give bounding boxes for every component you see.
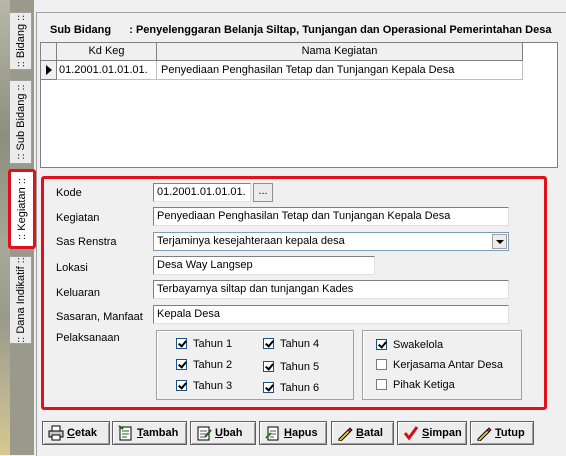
checkbox-box — [263, 338, 274, 349]
tab-sub-bidang[interactable]: :: Sub Bidang :: — [10, 80, 32, 164]
ubah-button[interactable]: Ubah — [190, 421, 256, 445]
keluaran-label: Keluaran — [56, 287, 101, 299]
tahun-2-checkbox[interactable]: Tahun 2 — [176, 359, 232, 371]
checkbox-box — [376, 379, 387, 390]
kegiatan-field[interactable]: Penyediaan Penghasilan Tetap dan Tunjang… — [153, 207, 509, 226]
tahun-5-label: Tahun 5 — [280, 361, 320, 373]
close-pencil-icon — [477, 427, 492, 441]
add-document-icon — [118, 425, 132, 441]
checkbox-box — [176, 359, 187, 370]
batal-label: atal — [363, 427, 383, 439]
row-indicator-icon — [41, 61, 57, 80]
sas-renstra-select[interactable]: Terjaminya kesejahteraan kepala desa — [153, 232, 509, 251]
tab-dana-indikatif[interactable]: :: Dana Indikatif :: — [10, 256, 32, 344]
kegiatan-label: Kegiatan — [56, 212, 100, 224]
tahun-2-label: Tahun 2 — [193, 359, 233, 371]
tutup-button[interactable]: Tutup — [470, 421, 534, 445]
sas-renstra-value: Terjaminya kesejahteraan kepala desa — [157, 235, 345, 247]
tahun-6-checkbox[interactable]: Tahun 6 — [263, 382, 319, 394]
edit-document-icon — [197, 426, 212, 441]
tahun-4-checkbox[interactable]: Tahun 4 — [263, 338, 319, 350]
hapus-hotkey: H — [284, 427, 292, 439]
kode-label: Kode — [56, 187, 82, 199]
simpan-button[interactable]: Simpan — [397, 421, 467, 445]
checkbox-box — [263, 361, 274, 372]
kode-lookup-button[interactable]: ... — [253, 183, 273, 202]
kode-field[interactable]: 01.2001.01.01.01. — [153, 183, 251, 202]
tahun-1-checkbox[interactable]: Tahun 1 — [176, 338, 232, 350]
tahun-3-label: Tahun 3 — [193, 380, 233, 392]
kerjasama-antar-desa-label: Kerjasama Antar Desa — [393, 359, 504, 371]
batal-button[interactable]: Batal — [331, 421, 394, 445]
sasaran-field[interactable]: Kepala Desa — [153, 305, 509, 324]
column-header-kd-keg[interactable]: Kd Keg — [57, 43, 157, 61]
checkbox-box — [376, 339, 387, 350]
pelaksanaan-label: Pelaksanaan — [56, 332, 120, 344]
lokasi-field[interactable]: Desa Way Langsep — [153, 256, 375, 275]
grid-corner — [41, 43, 57, 61]
column-header-nama-kegiatan[interactable]: Nama Kegiatan — [157, 43, 523, 61]
tab-bidang-label: :: Bidang :: — [14, 14, 27, 68]
tahun-5-checkbox[interactable]: Tahun 5 — [263, 361, 319, 373]
tambah-label: ambah — [142, 427, 179, 439]
checkbox-box — [376, 359, 387, 370]
ubah-label: bah — [222, 427, 243, 439]
hapus-button[interactable]: Hapus — [259, 421, 327, 445]
tahun-6-label: Tahun 6 — [280, 382, 320, 394]
chevron-down-icon[interactable] — [492, 234, 507, 249]
sub-bidang-header-value: Penyelenggaran Belanja Siltap, Tunjangan… — [135, 24, 552, 36]
pihak-ketiga-checkbox[interactable]: Pihak Ketiga — [376, 379, 455, 391]
tahun-4-label: Tahun 4 — [280, 338, 320, 350]
pihak-ketiga-label: Pihak Ketiga — [393, 379, 455, 391]
ubah-hotkey: U — [215, 427, 223, 439]
cetak-label: etak — [74, 427, 97, 439]
cell-kd-keg[interactable]: 01.2001.01.01.01. — [57, 61, 157, 80]
tahun-1-label: Tahun 1 — [193, 338, 233, 350]
sub-bidang-header: Sub Bidang : Penyelenggaran Belanja Silt… — [50, 24, 551, 36]
tutup-label: utup — [500, 427, 525, 439]
printer-icon — [48, 425, 64, 441]
undo-pencil-icon — [338, 427, 353, 441]
cetak-hotkey: C — [67, 427, 75, 439]
sas-renstra-label: Sas Renstra — [56, 236, 117, 248]
kerjasama-antar-desa-checkbox[interactable]: Kerjasama Antar Desa — [376, 359, 503, 371]
tab-bidang[interactable]: :: Bidang :: — [10, 12, 32, 70]
sasaran-label: Sasaran, Manfaat — [56, 311, 143, 323]
sub-bidang-header-separator: : — [129, 24, 133, 36]
simpan-label: impan — [429, 427, 462, 439]
tambah-button[interactable]: Tambah — [112, 421, 187, 445]
checkbox-box — [263, 382, 274, 393]
tab-sub-bidang-label: :: Sub Bidang :: — [14, 84, 27, 160]
swakelola-label: Swakelola — [393, 339, 444, 351]
tahun-3-checkbox[interactable]: Tahun 3 — [176, 380, 232, 392]
checkbox-box — [176, 380, 187, 391]
tab-kegiatan-highlight — [8, 169, 36, 249]
sub-bidang-header-label: Sub Bidang — [50, 24, 112, 36]
delete-icon — [265, 426, 279, 441]
batal-hotkey: B — [356, 427, 364, 439]
checkbox-box — [176, 338, 187, 349]
lokasi-label: Lokasi — [56, 262, 88, 274]
cell-nama-kegiatan[interactable]: Penyediaan Penghasilan Tetap dan Tunjang… — [157, 61, 523, 80]
hapus-label: apus — [291, 427, 318, 439]
tab-dana-indikatif-label: :: Dana Indikatif :: — [14, 257, 27, 343]
cetak-button[interactable]: Cetak — [42, 421, 110, 445]
swakelola-checkbox[interactable]: Swakelola — [376, 339, 443, 351]
checkmark-icon — [403, 426, 419, 441]
kegiatan-grid[interactable]: Kd Keg Nama Kegiatan 01.2001.01.01.01. P… — [40, 42, 558, 168]
keluaran-field[interactable]: Terbayarnya siltap dan tunjangan Kades — [153, 280, 509, 299]
